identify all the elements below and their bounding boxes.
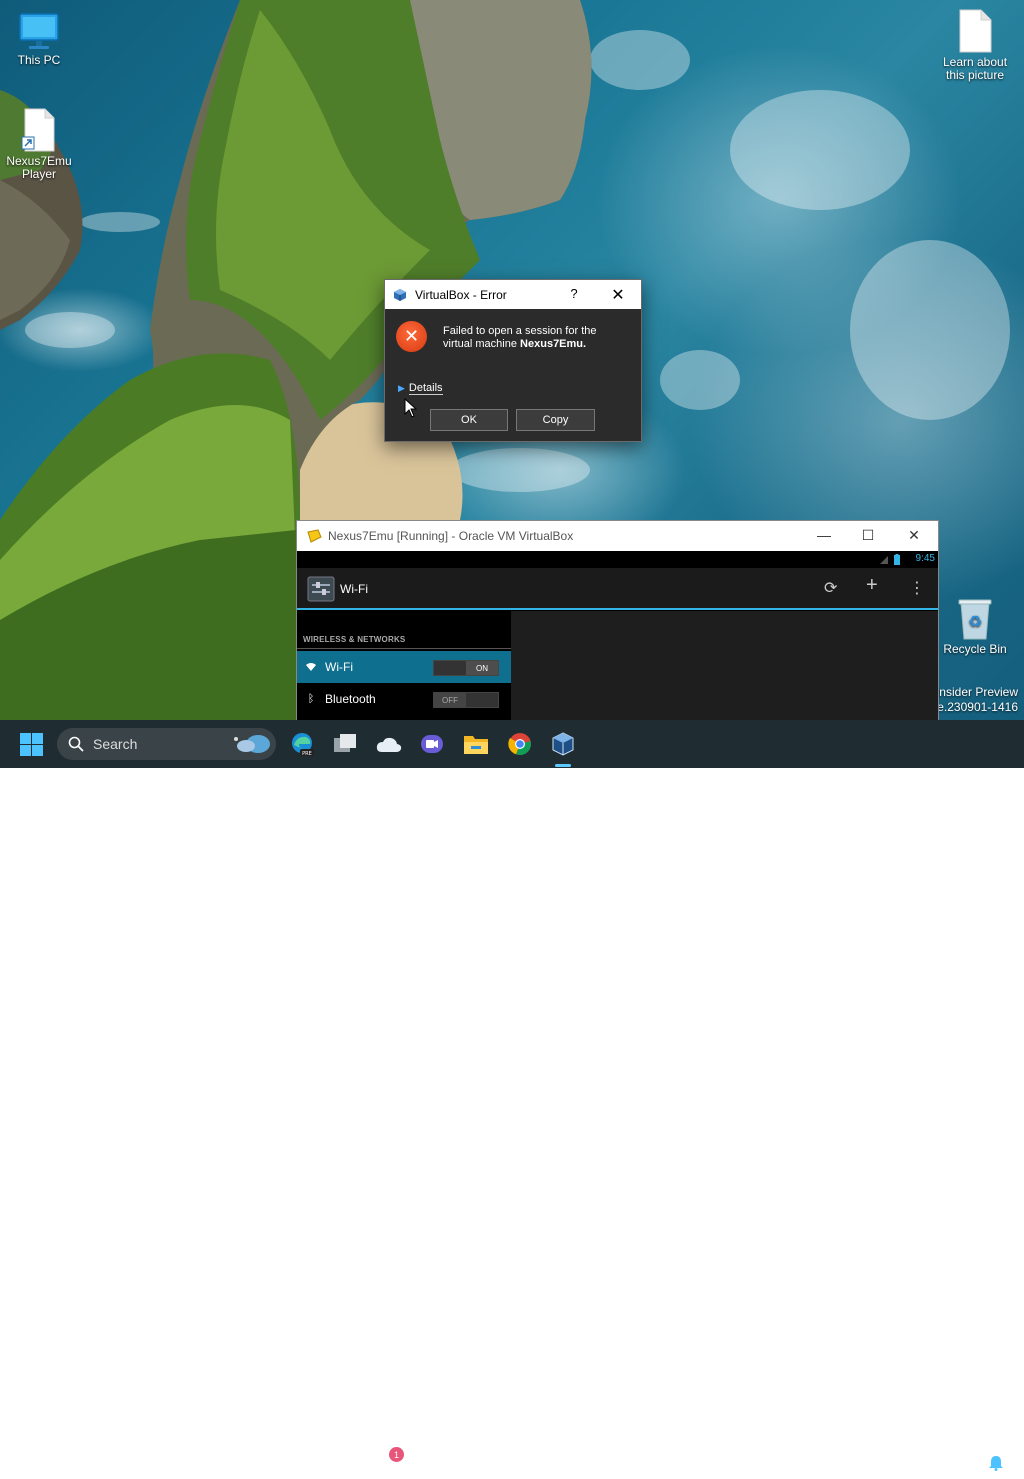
- recycle-bin-icon: ♻: [958, 599, 992, 640]
- wifi-toggle-knob: ON: [466, 661, 498, 675]
- error-icon: ✕: [396, 321, 427, 352]
- volume-muted-icon[interactable]: [893, 1456, 911, 1470]
- error-message: Failed to open a session for the virtual…: [443, 325, 623, 351]
- chrome-taskbar-button[interactable]: [506, 730, 534, 758]
- virtualbox-icon: [552, 732, 574, 756]
- virtualbox-error-dialog: VirtualBox - Error ? ✕ ✕ Failed to open …: [384, 279, 642, 442]
- file-explorer-icon: [464, 736, 488, 754]
- details-expander[interactable]: ▶ Details: [398, 382, 443, 395]
- close-window-button[interactable]: ✕: [904, 527, 924, 544]
- expand-triangle-icon: ▶: [398, 383, 405, 393]
- meet-icon: [421, 735, 443, 753]
- android-clock: 9:45: [915, 553, 935, 564]
- bluetooth-toggle-knob: OFF: [434, 693, 466, 707]
- shortcut-file-icon: [21, 108, 55, 152]
- details-label: Details: [408, 382, 443, 395]
- settings-row-wifi[interactable]: Wi-Fi ON: [297, 651, 511, 683]
- minimize-button[interactable]: —: [814, 527, 834, 543]
- nexus7emu-player-label: Nexus7Emu Player: [6, 154, 72, 181]
- bluetooth-row-label: Bluetooth: [325, 692, 376, 706]
- machine-name: Nexus7Emu.: [520, 338, 587, 350]
- meet-taskbar-button[interactable]: [418, 730, 446, 758]
- learn-about-picture-desktop-icon[interactable]: Learn about this picture: [936, 8, 1014, 82]
- overflow-menu-icon[interactable]: ⋮: [909, 578, 925, 598]
- ok-button[interactable]: OK: [430, 409, 508, 431]
- this-pc-label: This PC: [17, 53, 61, 67]
- dialog-title: VirtualBox - Error: [415, 287, 507, 302]
- file-explorer-taskbar-button[interactable]: [462, 730, 490, 758]
- android-vm-icon: [307, 529, 322, 543]
- search-icon: [68, 736, 84, 752]
- settings-list-pane: WIRELESS & NETWORKS Wi-Fi ON ᛒ Bluetooth…: [297, 611, 511, 721]
- mouse-pointer-icon: [404, 398, 418, 418]
- keyboard-icon[interactable]: [836, 1457, 854, 1469]
- settings-app-icon[interactable]: [307, 576, 335, 602]
- wifi-toggle[interactable]: ON: [433, 660, 499, 676]
- section-divider: [297, 648, 511, 649]
- android-action-bar: Wi-Fi ⟳ + ⋮: [297, 568, 938, 610]
- android-page-title: Wi-Fi: [340, 582, 368, 596]
- file-icon: [959, 9, 992, 53]
- monitor-icon: [19, 13, 59, 49]
- nexus7emu-player-desktop-icon[interactable]: Nexus7Emu Player: [0, 107, 78, 181]
- search-placeholder: Search: [93, 736, 138, 752]
- taskbar-clock[interactable]: 1:45 AM 1/11/2024: [918, 1449, 988, 1479]
- maximize-button[interactable]: ☐: [858, 527, 878, 544]
- add-network-icon[interactable]: +: [866, 574, 878, 597]
- this-pc-desktop-icon[interactable]: This PC: [0, 12, 78, 67]
- wifi-scan-icon[interactable]: ⟳: [824, 578, 837, 598]
- signal-battery-icon: [880, 554, 900, 565]
- bluetooth-icon: ᛒ: [307, 693, 315, 705]
- insider-watermark: Insider Preview e.230901-1416: [936, 685, 1018, 715]
- svg-text:♻: ♻: [968, 612, 982, 631]
- vm-window: Nexus7Emu [Running] - Oracle VM VirtualB…: [296, 520, 939, 722]
- chrome-icon: [508, 733, 531, 756]
- show-hidden-icons-chevron-icon[interactable]: ∧: [806, 1456, 815, 1470]
- close-button[interactable]: ✕: [610, 285, 626, 305]
- vm-window-title: Nexus7Emu [Running] - Oracle VM VirtualB…: [328, 529, 574, 543]
- notification-bell-icon[interactable]: [989, 1455, 1003, 1471]
- taskbar: Search PRE 1 ∧ 1:45 AM 1/11/2024: [0, 720, 1024, 1478]
- task-view-taskbar-button[interactable]: [331, 730, 359, 758]
- section-header: WIRELESS & NETWORKS: [303, 635, 406, 644]
- recycle-bin-desktop-icon[interactable]: ♻ Recycle Bin: [936, 597, 1014, 656]
- virtualbox-taskbar-button[interactable]: [549, 730, 577, 758]
- network-icon[interactable]: [867, 1456, 885, 1470]
- onedrive-icon: [376, 737, 402, 752]
- help-button[interactable]: ?: [567, 286, 581, 301]
- dialog-titlebar[interactable]: VirtualBox - Error ? ✕: [385, 280, 641, 309]
- svg-text:PRE: PRE: [302, 751, 312, 757]
- settings-row-bluetooth[interactable]: ᛒ Bluetooth OFF: [297, 683, 511, 715]
- search-highlight-icon: [234, 735, 270, 753]
- watermark-line-1: Insider Preview: [935, 685, 1018, 699]
- taskbar-search-box[interactable]: Search: [57, 728, 276, 760]
- virtualbox-icon: [394, 288, 406, 301]
- task-view-icon: [334, 734, 356, 752]
- notification-badge: 1: [389, 1447, 404, 1462]
- clock-time: 1:45 AM: [930, 1449, 976, 1463]
- start-icon[interactable]: [20, 733, 43, 756]
- edge-pre-taskbar-button[interactable]: PRE: [288, 730, 316, 758]
- wifi-icon: [305, 661, 317, 673]
- clock-date: 1/11/2024: [926, 1464, 980, 1478]
- settings-detail-pane: [511, 611, 938, 721]
- vm-window-titlebar[interactable]: Nexus7Emu [Running] - Oracle VM VirtualB…: [297, 521, 938, 551]
- wifi-row-label: Wi-Fi: [325, 660, 353, 674]
- onedrive-taskbar-button[interactable]: [375, 730, 403, 758]
- android-status-bar: 9:45: [297, 551, 938, 568]
- edge-pre-icon: PRE: [292, 733, 314, 757]
- watermark-line-2: e.230901-1416: [937, 700, 1018, 714]
- recycle-bin-label: Recycle Bin: [943, 642, 1007, 656]
- learn-about-picture-label: Learn about this picture: [942, 55, 1008, 82]
- active-app-indicator: [555, 764, 571, 767]
- copy-button[interactable]: Copy: [516, 409, 595, 431]
- bluetooth-toggle[interactable]: OFF: [433, 692, 499, 708]
